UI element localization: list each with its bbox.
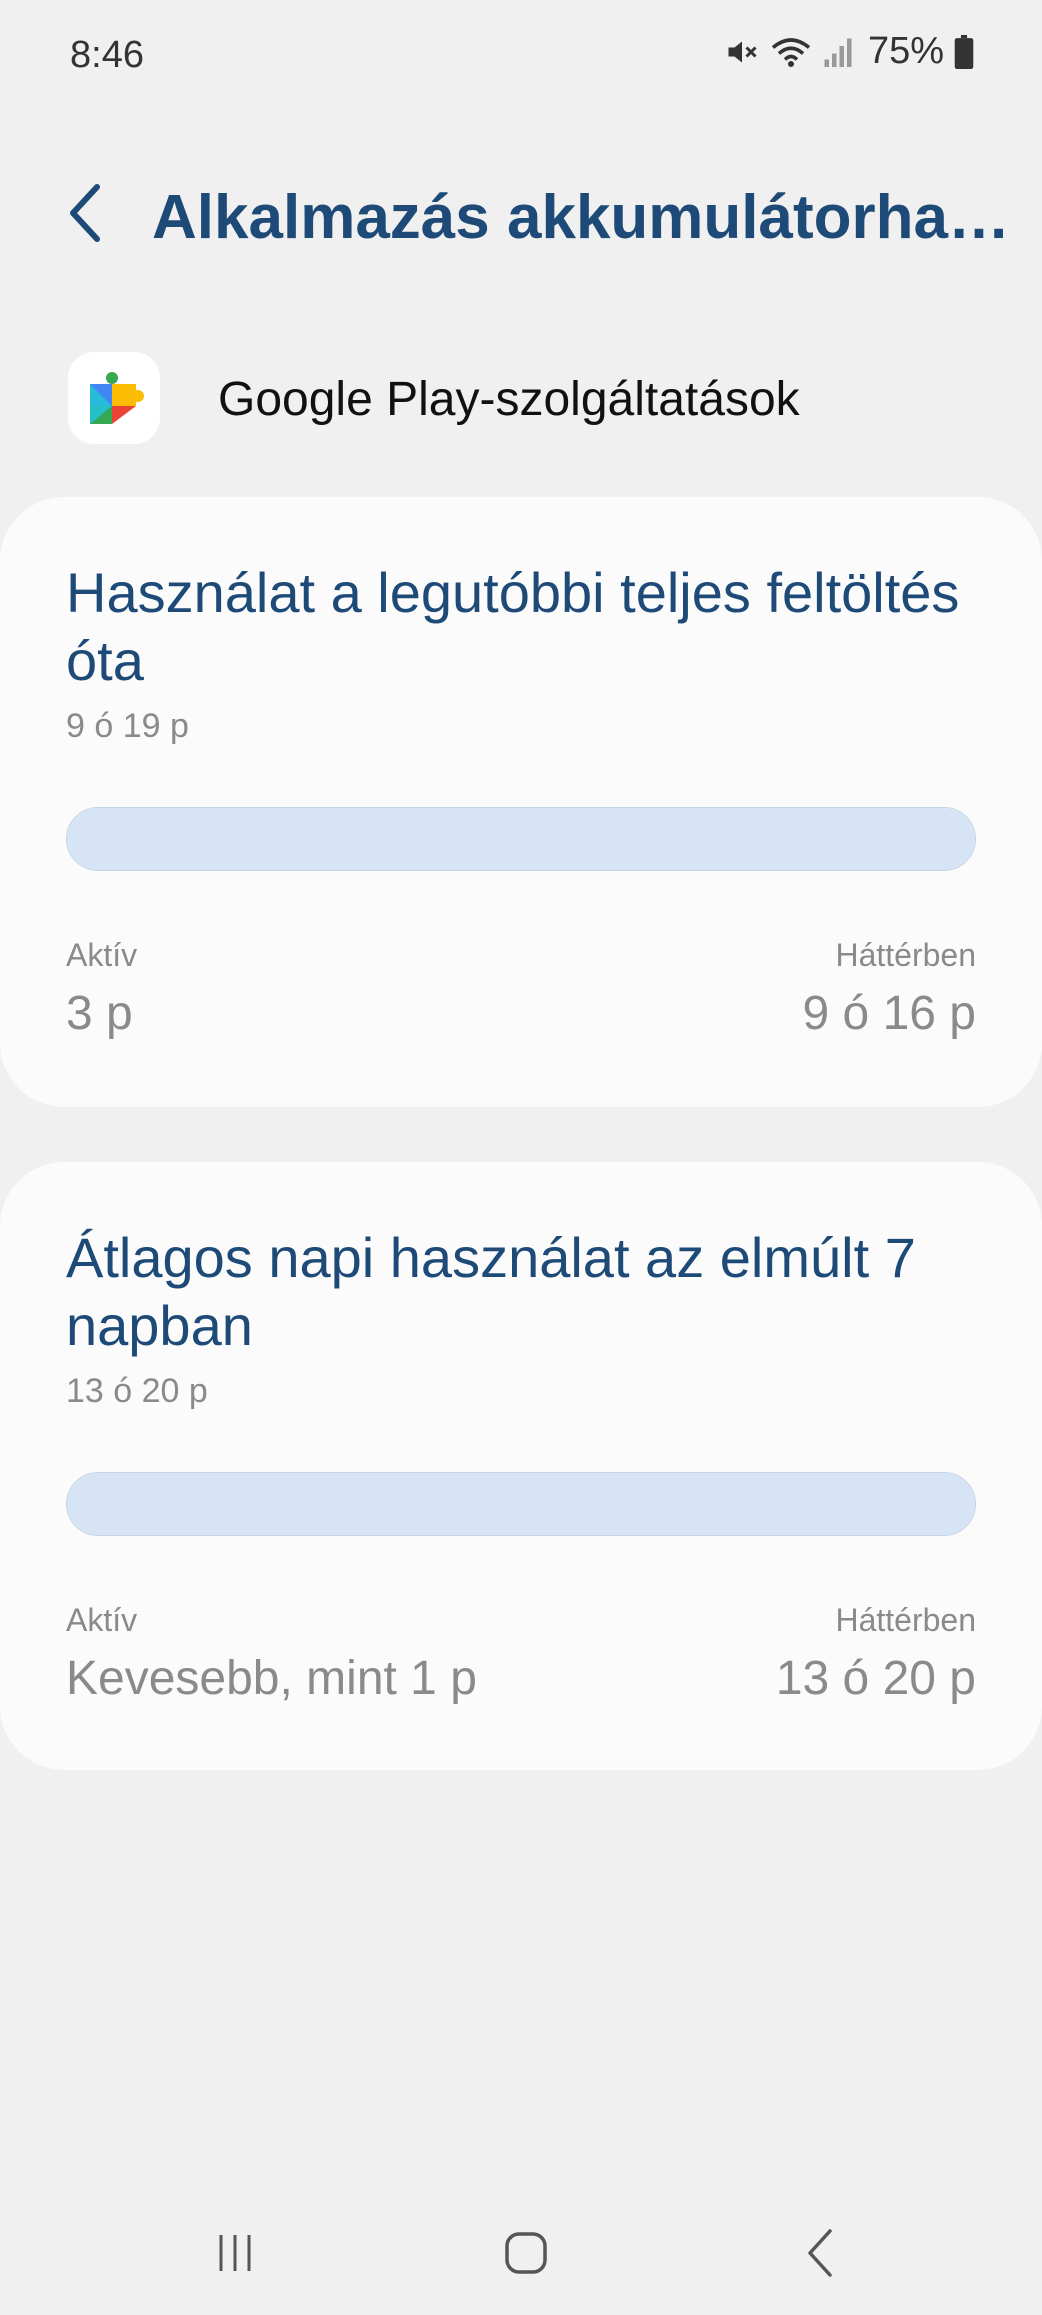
active-value: 3 p xyxy=(66,987,133,1040)
top-app-bar: Alkalmazás akkumulátorhasz… xyxy=(0,150,1042,280)
page-title: Alkalmazás akkumulátorhasz… xyxy=(152,183,1012,252)
google-play-services-icon xyxy=(68,352,160,444)
active-stat: Aktív 3 p xyxy=(66,937,137,1041)
background-stat: Háttérben 13 ó 20 p xyxy=(776,1602,976,1706)
usage-since-full-charge-card: Használat a legutóbbi teljes feltöltés ó… xyxy=(0,497,1042,1107)
status-time: 8:46 xyxy=(70,34,144,76)
back-nav-button[interactable] xyxy=(770,2220,870,2290)
background-value: 13 ó 20 p xyxy=(775,1652,976,1705)
home-button[interactable] xyxy=(476,2220,576,2290)
background-label: Háttérben xyxy=(835,1602,976,1638)
battery-icon xyxy=(954,34,974,69)
card-title: Átlagos napi használat az elmúlt 7 napba… xyxy=(66,1226,916,1357)
home-icon xyxy=(502,2229,550,2282)
status-icons: 75% xyxy=(724,30,974,73)
recents-button[interactable] xyxy=(185,2220,285,2290)
app-name: Google Play-szolgáltatások xyxy=(218,373,800,426)
battery-percent: 75% xyxy=(867,30,944,72)
recents-icon xyxy=(213,2231,257,2280)
usage-bar xyxy=(66,1472,976,1536)
back-button[interactable] xyxy=(50,180,120,250)
card-title: Használat a legutóbbi teljes feltöltés ó… xyxy=(66,561,960,692)
back-icon xyxy=(802,2227,838,2284)
active-stat: Aktív Kevesebb, mint 1 p xyxy=(66,1602,477,1706)
chevron-left-icon xyxy=(65,183,105,248)
card-total-time: 13 ó 20 p xyxy=(66,1372,208,1410)
card-total-time: 9 ó 19 p xyxy=(66,707,189,745)
system-navigation-bar xyxy=(0,2200,1042,2315)
mute-icon xyxy=(724,34,760,70)
wifi-icon xyxy=(770,34,812,70)
status-bar: 8:46 75% xyxy=(0,0,1042,110)
active-label: Aktív xyxy=(66,937,138,973)
average-daily-usage-card: Átlagos napi használat az elmúlt 7 napba… xyxy=(0,1162,1042,1770)
active-value: Kevesebb, mint 1 p xyxy=(66,1652,477,1705)
signal-icon xyxy=(822,34,854,70)
background-stat: Háttérben 9 ó 16 p xyxy=(803,937,976,1041)
active-label: Aktív xyxy=(66,1602,138,1638)
usage-bar-fill xyxy=(67,1473,975,1535)
usage-bar-fill xyxy=(67,808,975,870)
background-value: 9 ó 16 p xyxy=(802,987,976,1040)
usage-bar xyxy=(66,807,976,871)
app-info-row: Google Play-szolgáltatások xyxy=(0,350,1042,446)
background-label: Háttérben xyxy=(835,937,976,973)
